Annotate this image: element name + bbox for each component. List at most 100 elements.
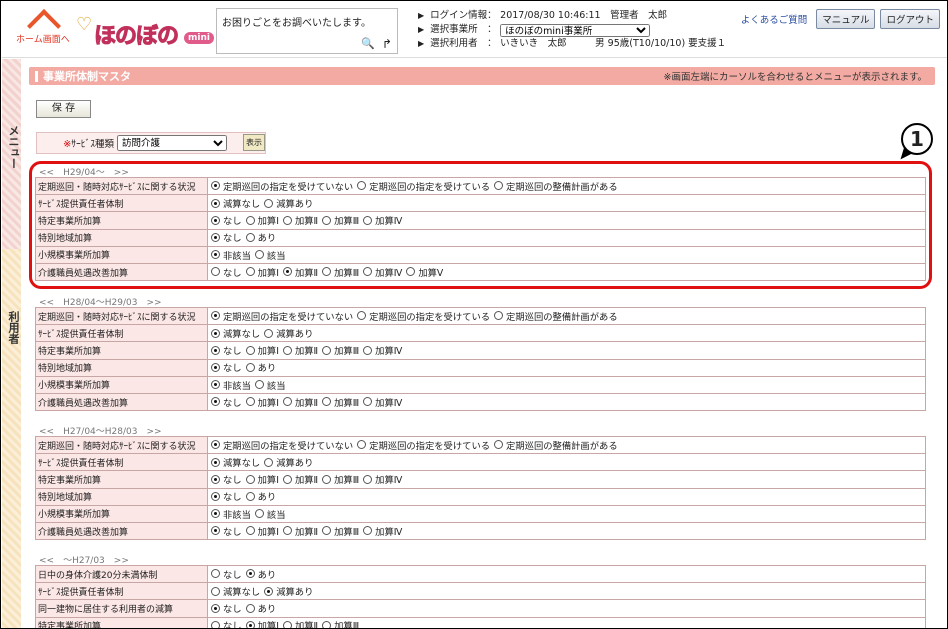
radio-button[interactable] [494,440,504,450]
radio-option[interactable]: なし [211,567,242,581]
radio-option[interactable]: 減算あり [264,584,313,598]
radio-option[interactable]: なし [211,601,242,615]
radio-button[interactable] [211,267,220,277]
period-header[interactable]: << ～H27/03 >> [35,553,926,566]
radio-button[interactable] [211,362,220,372]
radio-option[interactable]: 減算あり [264,196,313,210]
radio-option[interactable]: 加算Ⅳ [363,213,402,227]
radio-option[interactable]: 減算なし [211,196,260,210]
radio-option[interactable]: なし [211,489,242,503]
help-search-box[interactable]: お困りごとをお調べいたします。 🔍 ↱ [216,8,398,54]
radio-button[interactable] [282,345,292,355]
radio-button[interactable] [264,586,274,596]
radio-button[interactable] [264,328,274,338]
radio-option[interactable]: 非該当 [211,378,251,392]
radio-option[interactable]: 加算Ⅰ [245,395,279,409]
arrow-icon[interactable]: ↱ [382,37,392,51]
radio-button[interactable] [357,440,367,450]
radio-button[interactable] [322,474,332,484]
radio-option[interactable]: あり [245,567,276,581]
radio-option[interactable]: なし [211,395,242,409]
radio-option[interactable]: 加算Ⅰ [245,472,279,486]
save-button[interactable]: 保 存 [36,100,91,118]
radio-option[interactable]: 加算Ⅴ [406,265,443,279]
radio-option[interactable]: あり [245,601,276,615]
radio-option[interactable]: 加算Ⅱ [282,472,318,486]
radio-option[interactable]: あり [245,230,276,244]
radio-button[interactable] [211,198,220,208]
radio-option[interactable]: 加算Ⅰ [245,265,279,279]
radio-button[interactable] [211,491,220,501]
radio-button[interactable] [211,509,220,519]
radio-button[interactable] [254,380,264,390]
radio-option[interactable]: 加算Ⅰ [245,618,279,628]
radio-button[interactable] [264,457,274,467]
radio-option[interactable]: 該当 [254,248,286,262]
logout-button[interactable]: ログアウト [880,9,940,29]
radio-button[interactable] [211,181,220,191]
radio-option[interactable]: 加算Ⅳ [363,265,402,279]
radio-button[interactable] [363,215,373,225]
radio-option[interactable]: なし [211,213,242,227]
radio-button[interactable] [322,526,332,536]
search-icon[interactable]: 🔍 [361,37,375,50]
radio-option[interactable]: 定期巡回の指定を受けていない [211,179,353,193]
radio-button[interactable] [245,620,255,628]
radio-option[interactable]: 非該当 [211,507,251,521]
radio-option[interactable]: 減算なし [211,584,260,598]
radio-button[interactable] [357,311,367,321]
radio-button[interactable] [363,397,373,407]
radio-button[interactable] [245,345,255,355]
user-tab[interactable]: 利用者 [2,249,21,628]
menu-tab[interactable]: メニュー [2,59,21,249]
radio-button[interactable] [211,457,220,467]
radio-button[interactable] [282,397,292,407]
radio-button[interactable] [245,397,255,407]
radio-option[interactable]: 定期巡回の指定を受けている [357,179,490,193]
radio-option[interactable]: 加算Ⅳ [363,395,402,409]
radio-option[interactable]: 加算Ⅱ [282,213,318,227]
radio-option[interactable]: 加算Ⅲ [322,395,359,409]
radio-option[interactable]: 減算なし [211,326,260,340]
radio-option[interactable]: 定期巡回の指定を受けていない [211,309,353,323]
service-type-select[interactable]: 訪問介護 [117,135,227,151]
radio-option[interactable]: 定期巡回の指定を受けている [357,438,490,452]
radio-option[interactable]: あり [245,360,276,374]
home-button[interactable]: ホーム画面へ [16,10,70,50]
radio-button[interactable] [357,181,367,191]
radio-button[interactable] [245,491,255,501]
radio-button[interactable] [254,509,264,519]
radio-button[interactable] [211,603,220,613]
radio-option[interactable]: 定期巡回の指定を受けていない [211,438,353,452]
radio-option[interactable]: なし [211,230,242,244]
radio-button[interactable] [211,397,220,407]
show-button[interactable]: 表示 [243,134,265,151]
radio-button[interactable] [282,526,292,536]
radio-option[interactable]: 減算あり [264,326,313,340]
radio-option[interactable]: なし [211,524,242,538]
radio-button[interactable] [264,198,274,208]
radio-button[interactable] [211,311,220,321]
radio-button[interactable] [322,620,332,628]
radio-button[interactable] [322,215,332,225]
radio-option[interactable]: 減算あり [264,455,313,469]
radio-button[interactable] [322,345,332,355]
radio-button[interactable] [245,362,255,372]
radio-button[interactable] [363,345,373,355]
radio-option[interactable]: なし [211,618,242,628]
radio-button[interactable] [494,181,504,191]
radio-button[interactable] [282,620,292,628]
radio-option[interactable]: 加算Ⅱ [282,618,318,628]
manual-button[interactable]: マニュアル [816,9,876,29]
radio-option[interactable]: 加算Ⅰ [245,343,279,357]
radio-button[interactable] [211,526,220,536]
radio-button[interactable] [363,474,373,484]
radio-option[interactable]: 定期巡回の整備計画がある [494,309,618,323]
radio-option[interactable]: 加算Ⅲ [322,524,359,538]
radio-option[interactable]: 加算Ⅲ [322,213,359,227]
radio-option[interactable]: 定期巡回の整備計画がある [494,438,618,452]
radio-option[interactable]: 該当 [254,507,286,521]
radio-button[interactable] [494,311,504,321]
radio-button[interactable] [245,526,255,536]
radio-button[interactable] [211,232,220,242]
